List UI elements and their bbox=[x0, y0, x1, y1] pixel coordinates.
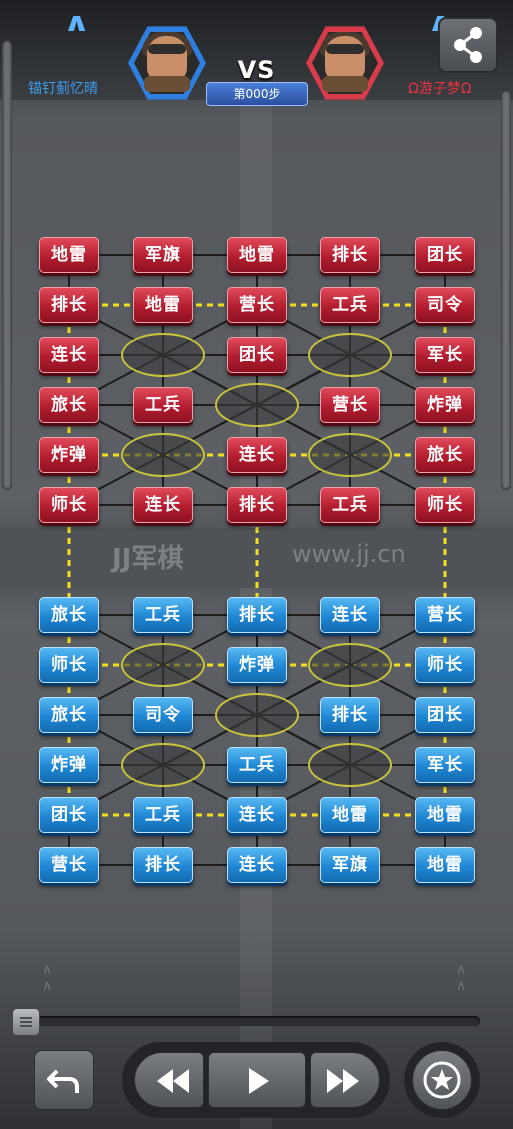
red-piece[interactable]: 排长 bbox=[39, 287, 99, 323]
blue-piece[interactable]: 连长 bbox=[320, 597, 380, 633]
red-piece[interactable]: 地雷 bbox=[133, 287, 193, 323]
red-piece[interactable]: 排长 bbox=[320, 237, 380, 273]
blue-piece[interactable]: 旅长 bbox=[39, 697, 99, 733]
red-piece[interactable]: 连长 bbox=[133, 487, 193, 523]
red-piece[interactable]: 炸弹 bbox=[415, 387, 475, 423]
red-piece[interactable]: 营长 bbox=[320, 387, 380, 423]
undo-button[interactable] bbox=[34, 1050, 94, 1110]
play-icon bbox=[249, 1068, 269, 1094]
undo-arrow-icon bbox=[47, 1069, 79, 1093]
red-piece[interactable]: 地雷 bbox=[227, 237, 287, 273]
play-button[interactable] bbox=[208, 1052, 306, 1108]
left-deco-chevron-icon: ∧ ∧ bbox=[42, 962, 53, 994]
blue-piece[interactable]: 工兵 bbox=[133, 797, 193, 833]
blue-camp[interactable] bbox=[308, 643, 392, 687]
red-camp[interactable] bbox=[215, 383, 299, 427]
grip-icon bbox=[20, 1017, 32, 1027]
blue-piece[interactable]: 团长 bbox=[39, 797, 99, 833]
right-deco-chevron-icon: ∧ ∧ bbox=[456, 962, 467, 994]
blue-piece[interactable]: 旅长 bbox=[39, 597, 99, 633]
red-camp[interactable] bbox=[121, 433, 205, 477]
red-piece[interactable]: 旅长 bbox=[39, 387, 99, 423]
red-piece[interactable]: 工兵 bbox=[133, 387, 193, 423]
red-piece[interactable]: 团长 bbox=[227, 337, 287, 373]
fast-forward-button[interactable] bbox=[310, 1052, 380, 1108]
red-piece[interactable]: 师长 bbox=[39, 487, 99, 523]
river-url: www.jj.cn bbox=[292, 540, 406, 568]
red-piece[interactable]: 工兵 bbox=[320, 487, 380, 523]
red-piece[interactable]: 排长 bbox=[227, 487, 287, 523]
blue-camp[interactable] bbox=[308, 743, 392, 787]
blue-piece[interactable]: 炸弹 bbox=[39, 747, 99, 783]
blue-camp[interactable] bbox=[121, 743, 205, 787]
red-piece[interactable]: 军长 bbox=[415, 337, 475, 373]
red-piece[interactable]: 旅长 bbox=[415, 437, 475, 473]
blue-piece[interactable]: 师长 bbox=[39, 647, 99, 683]
blue-piece[interactable]: 排长 bbox=[320, 697, 380, 733]
blue-piece[interactable]: 师长 bbox=[415, 647, 475, 683]
fast-forward-icon bbox=[327, 1069, 359, 1093]
blue-piece[interactable]: 地雷 bbox=[320, 797, 380, 833]
blue-piece[interactable]: 排长 bbox=[227, 597, 287, 633]
river-logo: JJ军棋 bbox=[112, 544, 184, 574]
blue-piece[interactable]: 连长 bbox=[227, 847, 287, 883]
blue-piece[interactable]: 工兵 bbox=[133, 597, 193, 633]
blue-piece[interactable]: 工兵 bbox=[227, 747, 287, 783]
favorite-button[interactable] bbox=[412, 1050, 472, 1110]
red-camp[interactable] bbox=[308, 333, 392, 377]
rewind-icon bbox=[157, 1069, 189, 1093]
blue-piece[interactable]: 军旗 bbox=[320, 847, 380, 883]
game-board: JJ军棋 www.jj.cn 地雷 军旗 地雷 排长 团长 排长 地雷 营长 工兵 司令 连长 团长军… bbox=[0, 0, 513, 1129]
red-piece[interactable]: 司令 bbox=[415, 287, 475, 323]
red-piece[interactable]: 工兵 bbox=[320, 287, 380, 323]
blue-piece[interactable]: 炸弹 bbox=[227, 647, 287, 683]
red-camp[interactable] bbox=[121, 333, 205, 377]
blue-piece[interactable]: 连长 bbox=[227, 797, 287, 833]
red-piece[interactable]: 师长 bbox=[415, 487, 475, 523]
red-piece[interactable]: 连长 bbox=[227, 437, 287, 473]
red-camp[interactable] bbox=[308, 433, 392, 477]
star-icon bbox=[423, 1061, 461, 1099]
board-lines bbox=[0, 254, 513, 866]
blue-piece[interactable]: 团长 bbox=[415, 697, 475, 733]
blue-piece[interactable]: 司令 bbox=[133, 697, 193, 733]
red-piece[interactable]: 营长 bbox=[227, 287, 287, 323]
blue-piece[interactable]: 地雷 bbox=[415, 797, 475, 833]
blue-piece[interactable]: 排长 bbox=[133, 847, 193, 883]
blue-piece[interactable]: 军长 bbox=[415, 747, 475, 783]
red-piece[interactable]: 军旗 bbox=[133, 237, 193, 273]
replay-progress-handle[interactable] bbox=[12, 1008, 40, 1036]
blue-camp[interactable] bbox=[215, 693, 299, 737]
red-piece[interactable]: 地雷 bbox=[39, 237, 99, 273]
rewind-button[interactable] bbox=[134, 1052, 204, 1108]
replay-progress-track[interactable] bbox=[20, 1016, 480, 1026]
red-piece[interactable]: 炸弹 bbox=[39, 437, 99, 473]
red-piece[interactable]: 团长 bbox=[415, 237, 475, 273]
red-piece[interactable]: 连长 bbox=[39, 337, 99, 373]
blue-piece[interactable]: 营长 bbox=[39, 847, 99, 883]
blue-piece[interactable]: 地雷 bbox=[415, 847, 475, 883]
blue-camp[interactable] bbox=[121, 643, 205, 687]
blue-piece[interactable]: 营长 bbox=[415, 597, 475, 633]
